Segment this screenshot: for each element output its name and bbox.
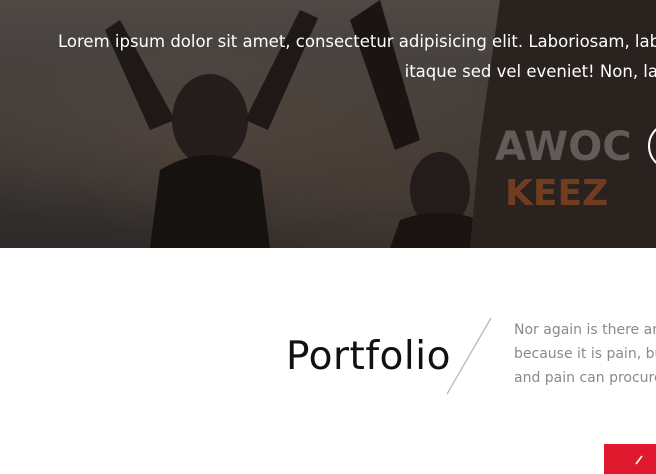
slash-divider: [446, 317, 492, 395]
portfolio-intro: Nor again is there an because it is pain…: [514, 318, 656, 390]
hero-text-line-1: Lorem ipsum dolor sit amet, consectetur …: [58, 32, 656, 51]
intro-line-3: and pain can procure: [514, 370, 656, 386]
intro-line-1: Nor again is there an: [514, 322, 656, 338]
hero-banner: AWOC KEEZ Lorem ipsum dolor sit amet, co…: [0, 0, 656, 248]
chevron-icon: [635, 455, 643, 465]
hero-text: Lorem ipsum dolor sit amet, consectetur …: [58, 27, 656, 87]
hero-text-line-2: itaque sed vel eveniet! Non, la: [404, 62, 656, 81]
intro-line-2: because it is pain, bu: [514, 346, 656, 362]
portfolio-title: Portfolio: [286, 334, 451, 379]
red-nav-button[interactable]: [604, 444, 656, 474]
